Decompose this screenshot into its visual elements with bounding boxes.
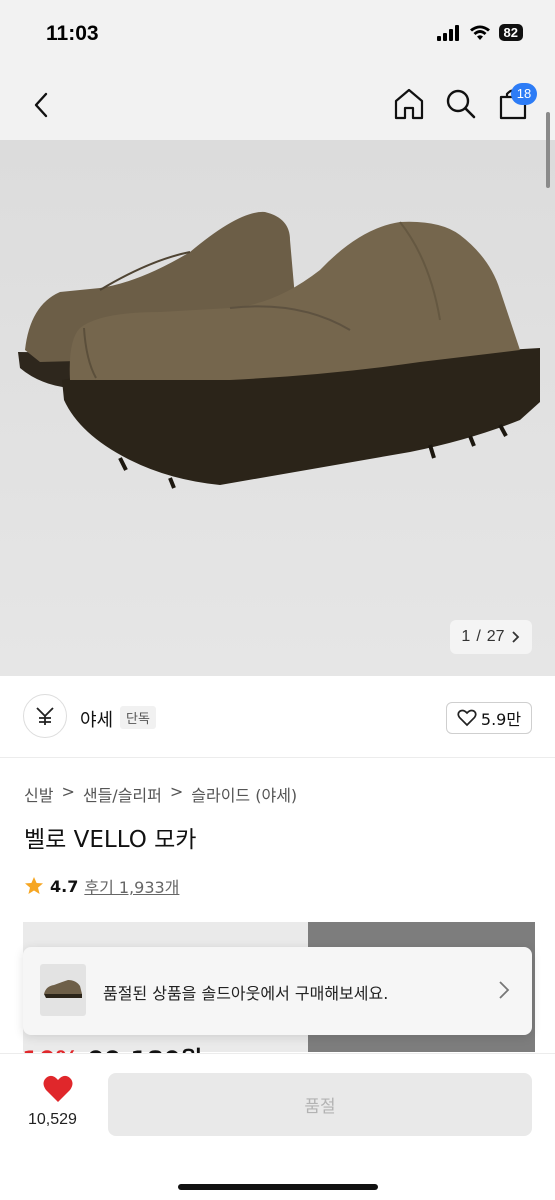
wish-count: 10,529 bbox=[28, 1111, 77, 1128]
breadcrumb-item[interactable]: 슬라이드 (야세) bbox=[191, 782, 297, 806]
heart-filled-icon[interactable] bbox=[42, 1074, 74, 1104]
cart-count-badge: 18 bbox=[511, 83, 537, 105]
brand-like-button[interactable]: 5.9만 bbox=[446, 702, 532, 734]
battery-indicator: 82 bbox=[498, 24, 523, 41]
signal-icon bbox=[436, 24, 459, 41]
product-image bbox=[18, 211, 540, 489]
rating-value: 4.7 bbox=[50, 876, 79, 896]
chevron-right-icon bbox=[511, 631, 519, 643]
soldout-button[interactable]: 품절 bbox=[108, 1073, 532, 1136]
image-counter-current: 1 bbox=[461, 628, 471, 645]
breadcrumb-separator: > bbox=[169, 782, 184, 801]
image-counter[interactable]: 1 / 27 bbox=[450, 620, 532, 654]
status-time: 11:03 bbox=[46, 22, 99, 45]
top-nav-bar bbox=[0, 70, 555, 140]
toast-product-image bbox=[44, 980, 82, 998]
toast-message: 품절된 상품을 솔드아웃에서 구매해보세요. bbox=[103, 984, 389, 1003]
bottom-action-bar: 10,529 품절 bbox=[0, 1053, 555, 1200]
scroll-indicator[interactable] bbox=[546, 112, 550, 188]
product-image-gallery[interactable] bbox=[0, 140, 555, 676]
brand-logo[interactable] bbox=[23, 694, 67, 738]
brand-logo-mark bbox=[36, 707, 54, 725]
brand-row: 야세 단독 5.9만 bbox=[0, 676, 555, 758]
search-icon[interactable] bbox=[444, 86, 478, 122]
review-count-link[interactable]: 후기 1,933개 bbox=[84, 874, 179, 898]
image-counter-total: 27 bbox=[486, 628, 505, 645]
heart-outline-icon bbox=[457, 709, 477, 727]
breadcrumb: 신발 > 샌들/슬리퍼 > 슬라이드 (야세) bbox=[24, 782, 297, 806]
back-arrow-icon[interactable] bbox=[28, 88, 58, 122]
wifi-icon bbox=[469, 25, 490, 40]
brand-like-count: 5.9만 bbox=[480, 710, 522, 729]
toast-product-thumbnail bbox=[40, 964, 86, 1016]
soldout-toast[interactable]: 품절된 상품을 솔드아웃에서 구매해보세요. bbox=[23, 947, 532, 1035]
breadcrumb-item[interactable]: 샌들/슬리퍼 bbox=[83, 782, 162, 806]
image-counter-separator: / bbox=[476, 628, 481, 645]
star-icon bbox=[25, 877, 43, 894]
breadcrumb-item[interactable]: 신발 bbox=[24, 782, 53, 806]
product-title: 벨로 VELLO 모카 bbox=[24, 827, 197, 853]
home-icon[interactable] bbox=[392, 86, 426, 122]
status-bar: 11:03 82 bbox=[0, 0, 555, 70]
chevron-right-icon bbox=[499, 981, 510, 999]
status-icons: 82 bbox=[436, 24, 523, 41]
exclusive-badge: 단독 bbox=[120, 706, 156, 729]
breadcrumb-separator: > bbox=[61, 782, 75, 801]
rating-row: 4.7 후기 1,933개 bbox=[24, 874, 179, 898]
brand-name[interactable]: 야세 bbox=[80, 706, 113, 732]
home-indicator bbox=[178, 1184, 378, 1190]
